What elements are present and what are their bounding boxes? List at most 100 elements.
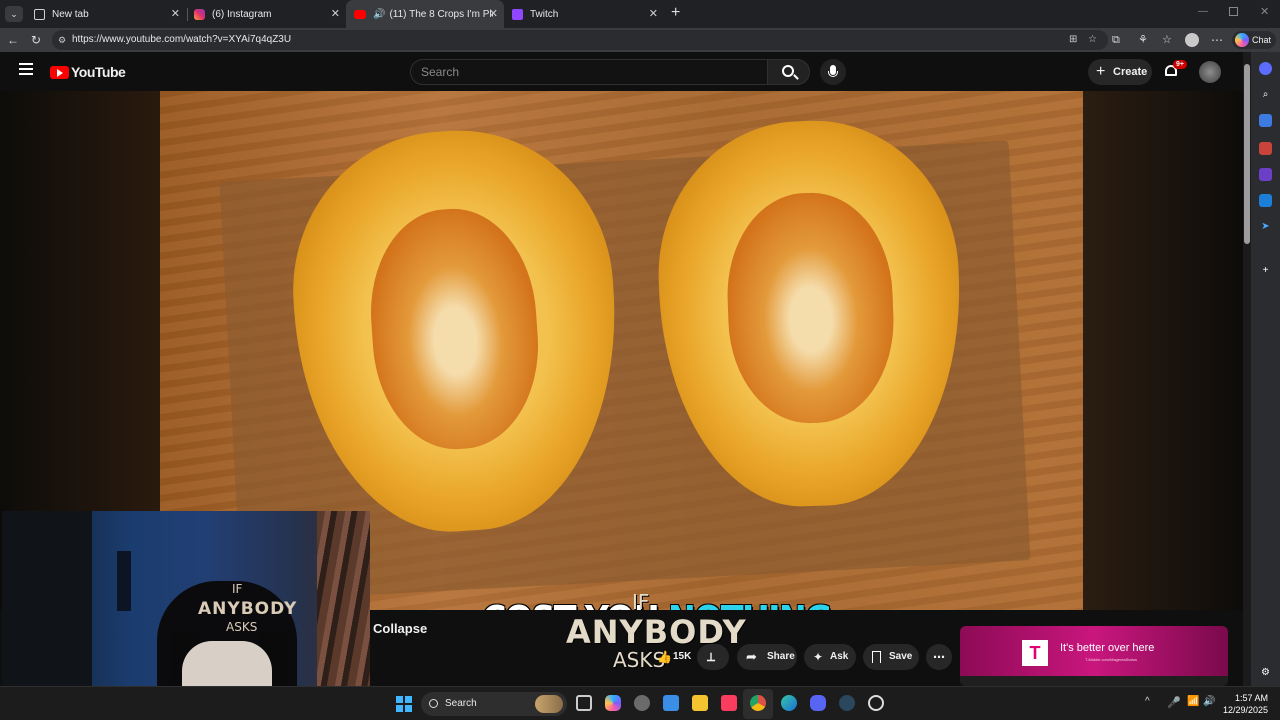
- thumbs-up-icon: 👍: [657, 650, 672, 664]
- bookmark-icon: [872, 651, 881, 663]
- tab-youtube-video[interactable]: 🔊 (11) The 8 Crops I'm Planting ✕: [346, 0, 504, 28]
- ambient-right: [1083, 91, 1243, 610]
- microsoft-store-icon[interactable]: [663, 695, 679, 711]
- collections-icon[interactable]: [1259, 114, 1272, 127]
- chat-label: Chat: [1252, 35, 1272, 45]
- hat-text-anybody: ANYBODY: [198, 599, 298, 619]
- dislike-button[interactable]: ⟂: [697, 644, 729, 670]
- ask-label: Ask: [830, 651, 849, 662]
- scrollbar-thumb[interactable]: [1244, 64, 1250, 244]
- copilot-sidebar-icon[interactable]: [1259, 62, 1272, 75]
- back-arrow-icon[interactable]: ←: [7, 33, 19, 47]
- tools-icon[interactable]: [1259, 142, 1272, 155]
- music-app-icon[interactable]: [721, 695, 737, 711]
- add-sidebar-app-icon[interactable]: +: [1259, 264, 1272, 277]
- favorites-icon[interactable]: ☆: [1162, 33, 1172, 47]
- url-text: https://www.youtube.com/watch?v=XYAi7q4q…: [72, 34, 292, 45]
- steam-icon[interactable]: [839, 695, 855, 711]
- profile-avatar[interactable]: [1185, 33, 1199, 47]
- split-screen-icon[interactable]: ⊞: [1069, 30, 1077, 50]
- file-explorer-icon[interactable]: [692, 695, 708, 711]
- sparkle-icon: ✦: [813, 650, 824, 664]
- create-button[interactable]: + Create: [1088, 59, 1152, 85]
- more-horizontal-icon: ⋯: [933, 650, 945, 664]
- copilot-icon: [1235, 33, 1249, 47]
- browser-essentials-icon[interactable]: ⚘: [1138, 33, 1148, 47]
- close-window-button[interactable]: ✕: [1260, 5, 1269, 18]
- close-tab-icon[interactable]: ✕: [489, 7, 498, 20]
- taskbar-search-label: Search: [445, 698, 477, 709]
- tab-label: New tab: [52, 8, 89, 20]
- plus-icon: +: [1096, 63, 1106, 80]
- patterned-curtain: [317, 511, 370, 691]
- account-avatar[interactable]: [1199, 61, 1221, 83]
- clock-time: 1:57 AM: [1234, 693, 1268, 703]
- save-label: Save: [889, 651, 913, 662]
- search-sidebar-icon[interactable]: ⌕: [1259, 88, 1272, 101]
- new-tab-button[interactable]: +: [671, 4, 680, 22]
- menu-hamburger-icon[interactable]: [19, 63, 33, 75]
- minimize-button[interactable]: —: [1198, 6, 1208, 17]
- page-scrollbar[interactable]: [1243, 52, 1251, 686]
- active-app-indicator: [743, 689, 773, 719]
- task-view-icon[interactable]: [576, 695, 592, 711]
- outlook-icon[interactable]: [1259, 194, 1272, 207]
- save-button[interactable]: Save: [863, 644, 919, 670]
- youtube-wordmark: YouTube: [71, 64, 126, 80]
- tab-twitch[interactable]: Twitch ✕: [504, 0, 664, 28]
- like-count: 15K: [673, 651, 692, 662]
- share-button[interactable]: ➦ Share: [737, 644, 797, 670]
- site-info-icon[interactable]: ⚙: [58, 30, 66, 50]
- address-toolbar: ← ↻ ⚙ https://www.youtube.com/watch?v=XY…: [0, 28, 1280, 52]
- voice-search-button[interactable]: [820, 59, 846, 85]
- ask-button[interactable]: ✦ Ask: [804, 644, 856, 670]
- microphone-tray-icon[interactable]: 🎤: [1167, 696, 1181, 709]
- tab-instagram[interactable]: (6) Instagram ✕: [186, 0, 346, 28]
- wifi-icon[interactable]: 📶: [1187, 696, 1199, 707]
- volume-icon[interactable]: 🔊: [1203, 696, 1215, 707]
- sidebar-settings-icon[interactable]: ⚙: [1259, 666, 1272, 679]
- favorite-star-icon[interactable]: ☆: [1088, 30, 1097, 50]
- tray-overflow-chevron-icon[interactable]: ^: [1145, 696, 1150, 707]
- system-clock[interactable]: 1:57 AM 12/29/2025: [1222, 692, 1268, 716]
- tab-new-tab[interactable]: New tab ✕: [26, 0, 186, 28]
- share-label: Share: [767, 651, 795, 662]
- close-tab-icon[interactable]: ✕: [649, 7, 658, 20]
- address-bar[interactable]: ⚙ https://www.youtube.com/watch?v=XYAi7q…: [52, 30, 1108, 50]
- maximize-button[interactable]: [1229, 7, 1238, 16]
- windows-taskbar: Search ^ 🎤 📶 🔊 1:57 AM 12/29/2025: [0, 686, 1280, 720]
- settings-icon[interactable]: [634, 695, 650, 711]
- close-tab-icon[interactable]: ✕: [331, 7, 340, 20]
- hat-text-asks: ASKS: [226, 620, 258, 634]
- extensions-icon[interactable]: ⧉: [1112, 33, 1120, 47]
- youtube-icon: [354, 9, 366, 19]
- notifications-button[interactable]: 9+: [1164, 60, 1187, 80]
- windows-start-icon[interactable]: [396, 696, 412, 712]
- media-player-icon[interactable]: [868, 695, 884, 711]
- games-icon[interactable]: [1259, 168, 1272, 181]
- ad-headline: It's better over here: [1060, 642, 1155, 654]
- overlay-if-text: IF: [632, 590, 650, 614]
- copilot-app-icon[interactable]: [605, 695, 621, 711]
- edge-icon[interactable]: [781, 695, 797, 711]
- close-tab-icon[interactable]: ✕: [171, 7, 180, 20]
- streamer-face: [182, 641, 272, 691]
- collapse-button[interactable]: Collapse: [373, 621, 427, 636]
- copilot-chat-button[interactable]: Chat: [1232, 31, 1276, 49]
- reload-icon[interactable]: ↻: [31, 33, 41, 47]
- more-actions-button[interactable]: ⋯: [926, 644, 952, 670]
- discord-icon[interactable]: [810, 695, 826, 711]
- youtube-logo[interactable]: YouTube: [50, 64, 126, 80]
- tab-actions-chevron-icon[interactable]: ⌄: [5, 6, 23, 22]
- youtube-play-icon: [50, 65, 69, 79]
- webcam-overlay: IF ANYBODY ASKS: [2, 511, 370, 691]
- taskbar-search[interactable]: Search: [421, 692, 567, 716]
- tmobile-ad-banner[interactable]: T It's better over here T-Mobile.com/Mag…: [960, 626, 1228, 686]
- send-icon[interactable]: ➤: [1259, 220, 1272, 233]
- audio-playing-icon[interactable]: 🔊: [373, 9, 385, 20]
- search-button[interactable]: [767, 59, 810, 85]
- search-input[interactable]: Search: [410, 59, 768, 85]
- instagram-icon: [194, 8, 205, 20]
- thumbs-down-icon: ⟂: [707, 650, 716, 664]
- more-options-icon[interactable]: ⋯: [1211, 33, 1223, 47]
